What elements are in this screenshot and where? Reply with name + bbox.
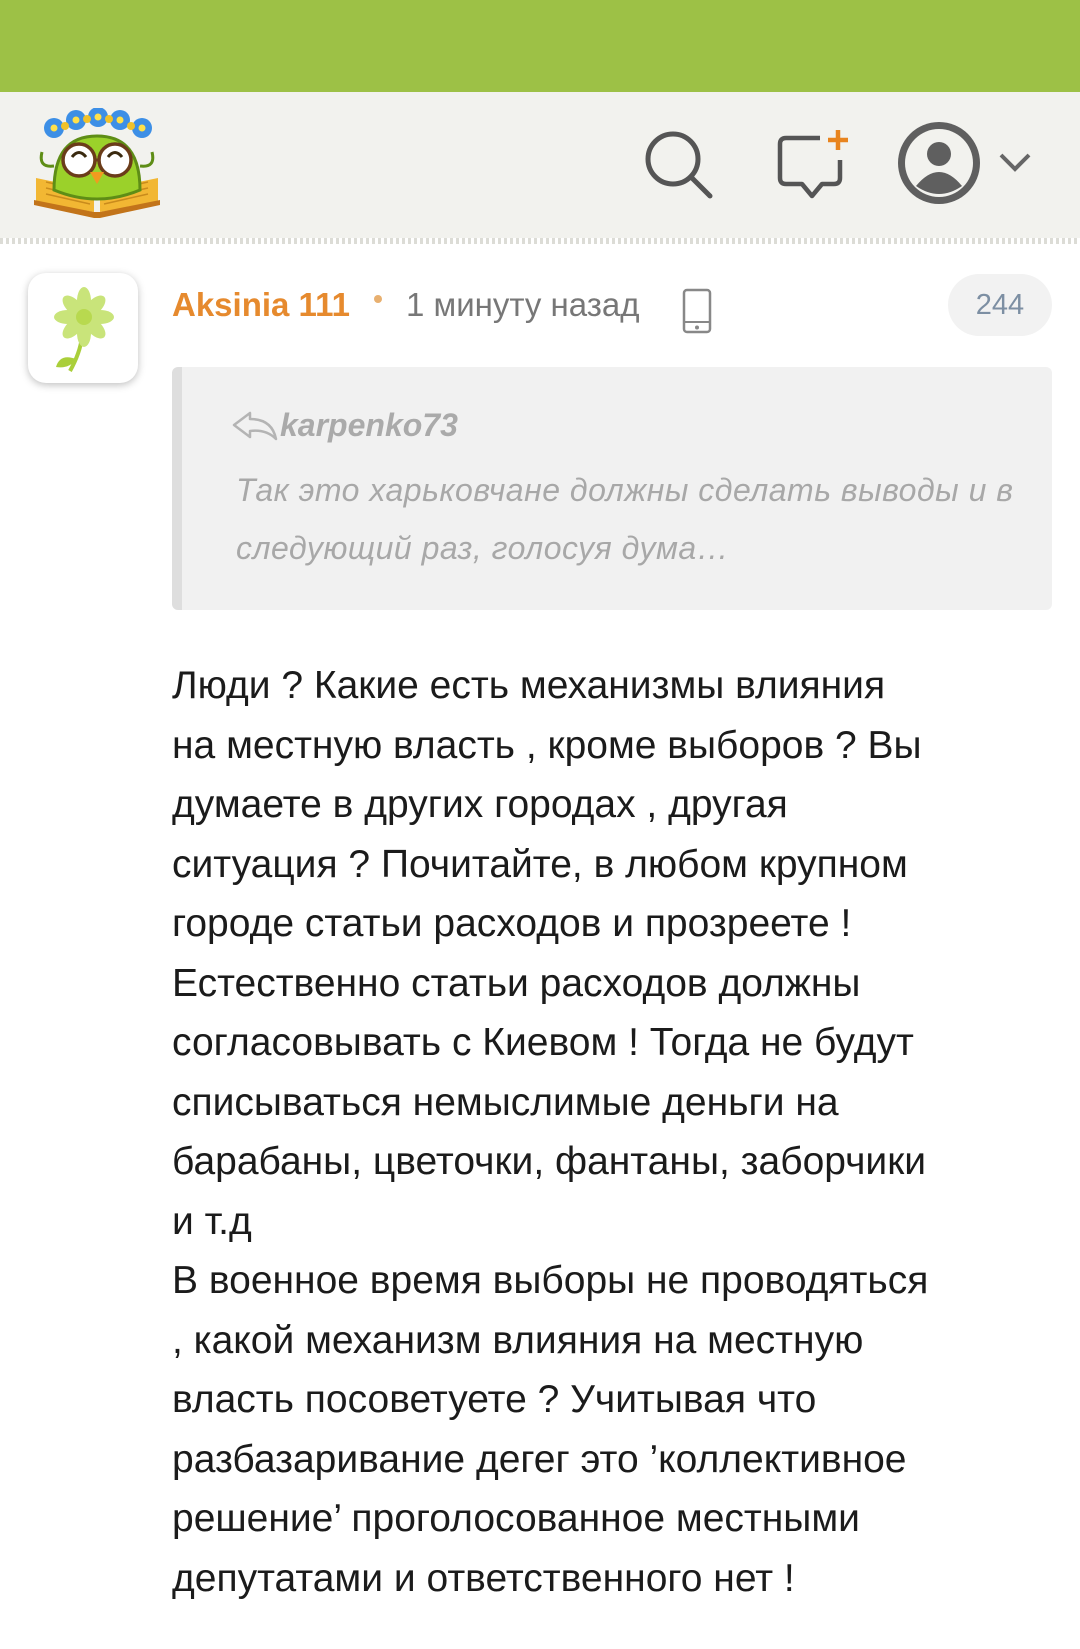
site-logo[interactable] (32, 108, 162, 220)
new-message-plus-icon (777, 130, 848, 199)
separator-dot (374, 295, 382, 303)
header-divider (0, 238, 1080, 244)
profile-menu-button[interactable] (896, 120, 1046, 206)
reply-arrow-icon (232, 411, 278, 441)
new-post-button[interactable] (772, 126, 852, 206)
quoted-reply[interactable]: karpenko73 Так это харьковчане должны сд… (172, 367, 1052, 610)
mobile-phone-icon (682, 288, 712, 334)
comment-text: Люди ? Какие есть механизмы влияния на м… (172, 664, 929, 1600)
comment-timestamp: 1 минуту назад (406, 286, 640, 323)
search-button[interactable] (640, 126, 720, 206)
owl-on-book-logo (34, 108, 160, 218)
user-avatar-icon (898, 122, 980, 204)
author-avatar[interactable] (28, 273, 138, 383)
quoted-text: Так это харьковчане должны сделать вывод… (236, 472, 1014, 566)
comment-number-badge[interactable]: 244 (948, 274, 1052, 336)
search-icon (645, 131, 713, 199)
daisy-flower-avatar (54, 287, 114, 372)
author-name[interactable]: Aksinia 111 (172, 286, 350, 324)
status-bar (0, 0, 1080, 92)
chevron-down-icon (999, 153, 1031, 172)
quoted-author: karpenko73 (280, 407, 458, 443)
